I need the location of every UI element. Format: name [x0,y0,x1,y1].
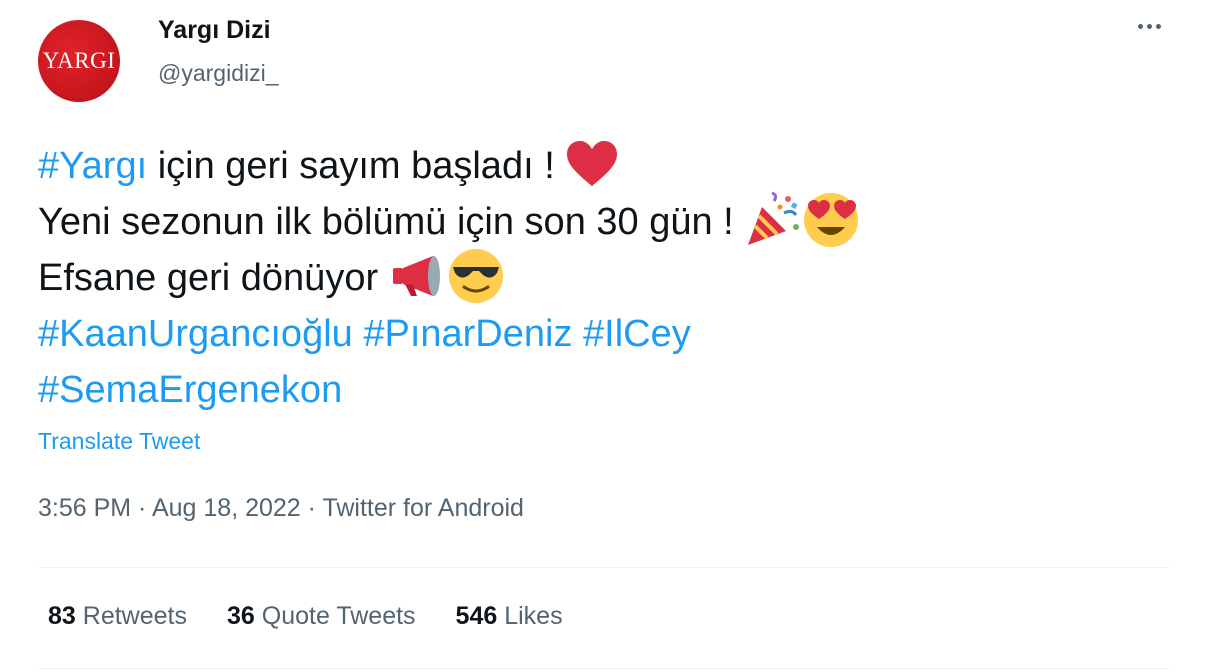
more-options-icon[interactable] [1138,24,1161,29]
translate-tweet-link[interactable]: Translate Tweet [38,428,200,455]
tweet-line-3: Efsane geri dönüyor [38,248,1158,306]
retweets-label: Retweets [82,602,187,630]
megaphone-icon [392,255,440,296]
avatar[interactable]: YARGI [38,20,120,102]
likes-stat[interactable]: 546 Likes [456,602,563,631]
tweet-text: #Yargı için geri sayım başladı ! Yeni se… [38,138,1158,418]
hashtag-ilcey[interactable]: #IlCey [583,313,691,355]
engagement-stats: 83 Retweets 36 Quote Tweets 546 Likes [48,602,563,631]
tweet-line-1: #Yargı için geri sayım başladı ! [38,138,1158,194]
retweets-stat[interactable]: 83 Retweets [48,602,187,631]
tweet-source[interactable]: Twitter for Android [322,494,523,522]
tweet-line-5: #SemaErgenekon [38,362,1158,418]
hashtag-yargi[interactable]: #Yargı [38,145,147,187]
tweet-date[interactable]: Aug 18, 2022 [152,494,301,522]
quote-tweets-count: 36 [226,602,255,630]
tweet-meta: 3:56 PM · Aug 18, 2022 · Twitter for And… [38,494,524,523]
avatar-logo-text: YARGI [42,48,116,73]
tweet-line-4: #KaanUrgancıoğlu #PınarDeniz #IlCey [38,306,1158,362]
user-handle[interactable]: @yargidizi_ [158,60,279,87]
tweet-time[interactable]: 3:56 PM [38,494,131,522]
heart-eyes-face-icon [804,192,859,247]
tweet-line-2: Yeni sezonun ilk bölümü için son 30 gün … [38,191,1158,250]
party-popper-icon [748,191,800,245]
red-heart-icon [567,140,618,186]
display-name[interactable]: Yargı Dizi [158,16,271,45]
quote-tweets-label: Quote Tweets [261,602,416,630]
tweet-line-3-text: Efsane geri dönüyor [38,257,389,299]
retweets-count: 83 [48,602,76,630]
hashtag-sema-ergenekon[interactable]: #SemaErgenekon [38,369,342,411]
divider [38,567,1170,568]
tweet-line-2-text: Yeni sezonun ilk bölümü için son 30 gün … [38,201,745,243]
likes-label: Likes [504,602,563,630]
sunglasses-face-icon [448,248,503,303]
tweet-line-1-text: için geri sayım başladı ! [147,145,566,187]
hashtag-pinar-deniz[interactable]: #PınarDeniz [363,313,572,355]
likes-count: 546 [455,602,498,630]
meta-separator: · [300,494,323,522]
divider [38,668,1170,669]
hashtag-kaan-urgancioglu[interactable]: #KaanUrgancıoğlu [38,313,353,355]
quote-tweets-stat[interactable]: 36 Quote Tweets [227,602,416,631]
meta-separator: · [131,494,152,522]
